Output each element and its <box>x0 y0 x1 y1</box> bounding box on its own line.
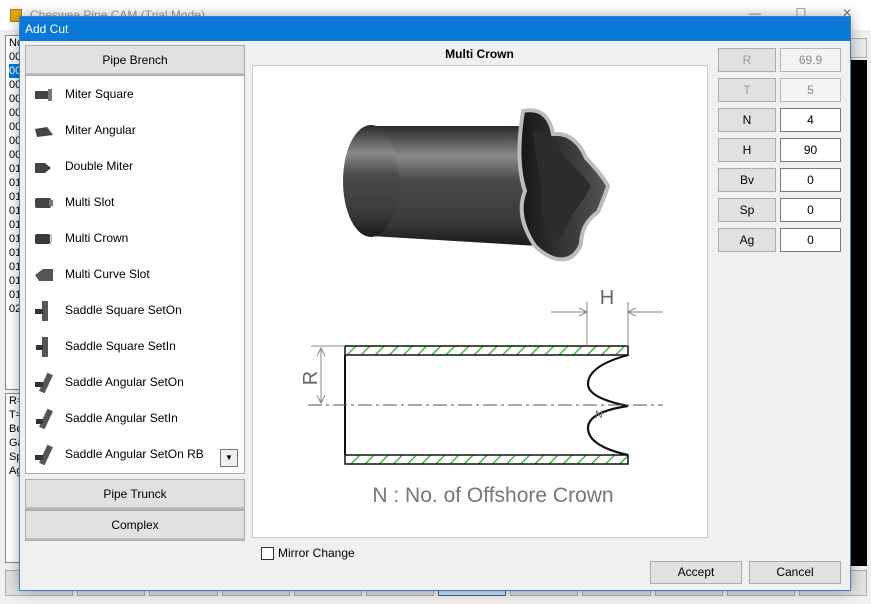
pipe-miter-angular-icon <box>33 119 55 141</box>
cut-item-multi-slot[interactable]: Multi Slot <box>26 184 244 220</box>
param-t-button: T <box>718 78 776 102</box>
mirror-change-option[interactable]: Mirror Change <box>261 546 355 560</box>
cut-item-label: Multi Curve Slot <box>65 267 150 281</box>
param-row-bv: Bv 0 <box>718 168 841 192</box>
param-sp-input[interactable]: 0 <box>780 198 841 222</box>
add-cut-dialog: Add Cut Pipe Brench Miter Square Miter An… <box>19 16 851 591</box>
preview-title: Multi Crown <box>445 47 514 61</box>
cut-item-double-miter[interactable]: Double Miter <box>26 148 244 184</box>
cut-item-label: Multi Crown <box>65 231 129 245</box>
cut-item-label: Saddle Angular SetOn <box>65 375 184 389</box>
cut-item-label: Miter Square <box>65 87 134 101</box>
param-bv-button[interactable]: Bv <box>718 168 776 192</box>
dimension-n-label: N <box>595 409 603 421</box>
cut-item-multi-crown[interactable]: Multi Crown <box>26 220 244 256</box>
cut-item-saddle-angular-seton-rb[interactable]: Saddle Angular SetOn RB <box>26 436 244 472</box>
group-pipe-trunck-button[interactable]: Pipe Trunck <box>25 479 245 510</box>
param-n-button[interactable]: N <box>718 108 776 132</box>
param-row-sp: Sp 0 <box>718 198 841 222</box>
param-h-input[interactable]: 90 <box>780 138 841 162</box>
param-row-r: R 69.9 <box>718 48 841 72</box>
param-t-input: 5 <box>780 78 841 102</box>
pipe-multi-crown-icon <box>33 227 55 249</box>
param-h-button[interactable]: H <box>718 138 776 162</box>
cut-item-saddle-square-setin[interactable]: Saddle Square SetIn <box>26 328 244 364</box>
pipe-saddle-square-setin-icon <box>33 335 55 357</box>
mirror-change-label: Mirror Change <box>278 546 355 560</box>
cut-category-panel: Pipe Brench Miter Square Miter Angular Dou… <box>25 45 245 541</box>
pipe-saddle-square-seton-icon <box>33 299 55 321</box>
multi-crown-illustration: H R N N : No. of Offshore Crown <box>300 108 663 507</box>
cancel-button[interactable]: Cancel <box>749 561 841 584</box>
pipe-saddle-angular-seton-icon <box>33 371 55 394</box>
dimension-h-label: H <box>600 287 614 309</box>
pipe-saddle-angular-setin-icon <box>33 407 55 430</box>
pipe-multi-slot-icon <box>33 191 55 213</box>
cut-item-label: Miter Angular <box>65 123 136 137</box>
param-row-h: H 90 <box>718 138 841 162</box>
pipe-miter-square-icon <box>33 83 55 105</box>
group-complex-button[interactable]: Complex <box>25 510 245 541</box>
diagram-caption: N : No. of Offshore Crown <box>372 484 613 507</box>
dimension-r-label: R <box>300 371 322 385</box>
pipe-saddle-angular-seton-rb-icon <box>33 443 55 466</box>
cut-item-saddle-angular-setin[interactable]: Saddle Angular SetIn <box>26 400 244 436</box>
pipe-multi-curve-slot-icon <box>33 263 55 285</box>
cut-item-saddle-square-seton[interactable]: Saddle Square SetOn <box>26 292 244 328</box>
cut-item-miter-angular[interactable]: Miter Angular <box>26 112 244 148</box>
cut-item-label: Saddle Angular SetIn <box>65 411 178 425</box>
cut-item-label: Saddle Square SetIn <box>65 339 176 353</box>
dialog-title: Add Cut <box>25 22 69 36</box>
param-bv-input[interactable]: 0 <box>780 168 841 192</box>
chevron-down-icon[interactable]: ▼ <box>220 449 238 467</box>
pipe-double-miter-icon <box>33 155 55 177</box>
dialog-titlebar: Add Cut <box>20 17 850 41</box>
cut-item-label: Saddle Angular SetOn RB <box>65 447 204 461</box>
param-r-button: R <box>718 48 776 72</box>
cut-item-multi-curve-slot[interactable]: Multi Curve Slot <box>26 256 244 292</box>
cut-item-label: Saddle Square SetOn <box>65 303 182 317</box>
accept-button[interactable]: Accept <box>650 561 742 584</box>
parameter-panel: R 69.9 T 5 N 4 H 90 Bv 0 Sp 0 Ag 0 <box>718 48 841 258</box>
param-ag-input[interactable]: 0 <box>780 228 841 252</box>
cut-item-label: Multi Slot <box>65 195 115 209</box>
mirror-change-checkbox[interactable] <box>261 546 274 560</box>
param-sp-button[interactable]: Sp <box>718 198 776 222</box>
group-pipe-brench-button[interactable]: Pipe Brench <box>25 45 245 76</box>
param-n-input[interactable]: 4 <box>780 108 841 132</box>
cut-preview: H R N N : No. of Offshore Crown <box>252 65 708 538</box>
param-row-t: T5 <box>718 78 841 102</box>
cut-item-saddle-angular-seton[interactable]: Saddle Angular SetOn <box>26 364 244 400</box>
cut-item-miter-square[interactable]: Miter Square <box>26 76 244 112</box>
dimension-drawing <box>308 302 663 465</box>
pipe-3d-render <box>343 108 611 262</box>
param-row-n: N4 <box>718 108 841 132</box>
cut-type-list[interactable]: Miter Square Miter Angular Double Miter Mul… <box>25 76 245 474</box>
cut-item-label: Double Miter <box>65 159 134 173</box>
param-ag-button[interactable]: Ag <box>718 228 776 252</box>
param-r-input: 69.9 <box>780 48 841 72</box>
param-row-ag: Ag 0 <box>718 228 841 252</box>
